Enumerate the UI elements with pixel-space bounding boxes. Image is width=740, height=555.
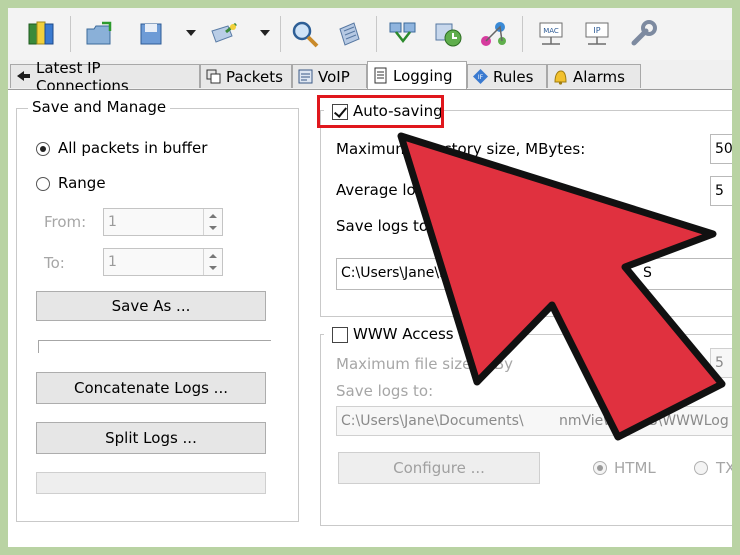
ip-address-icon[interactable]: IP bbox=[582, 19, 612, 49]
avg-log-input[interactable]: 5 bbox=[710, 176, 732, 206]
svg-text:IF: IF bbox=[478, 74, 484, 81]
rules-icon: IF bbox=[473, 69, 488, 84]
www-log-checkbox[interactable] bbox=[332, 327, 348, 343]
tab-label: VoIP bbox=[318, 67, 350, 86]
avg-log-label: Average log bbox=[336, 181, 426, 199]
logging-content: Save and Manage All packets in buffer Ra… bbox=[8, 90, 732, 547]
save-manage-title: Save and Manage bbox=[28, 98, 171, 116]
save-dropdown-arrow[interactable] bbox=[186, 30, 196, 36]
www-log-label: WWW Access Logg bbox=[353, 325, 495, 343]
tab-label: Alarms bbox=[573, 67, 625, 86]
html-radio[interactable] bbox=[593, 461, 607, 475]
open-folder-icon[interactable] bbox=[84, 19, 114, 49]
to-value: 1 bbox=[108, 254, 117, 270]
from-stepper[interactable]: 1 bbox=[103, 208, 223, 236]
disabled-button bbox=[36, 472, 266, 494]
tab-rules[interactable]: IF Rules bbox=[467, 64, 547, 88]
save-logs-to-label: Save logs to: bbox=[336, 217, 434, 235]
stepper-down-icon[interactable] bbox=[209, 226, 217, 230]
from-value: 1 bbox=[108, 214, 117, 230]
save-disk-icon[interactable] bbox=[136, 19, 166, 49]
save-as-button[interactable]: Save As ... bbox=[36, 291, 266, 321]
max-dir-label: Maximum directory size, MBytes: bbox=[336, 140, 586, 158]
alarms-icon bbox=[554, 70, 567, 85]
all-packets-radio[interactable] bbox=[36, 142, 50, 156]
split-logs-button[interactable]: Split Logs ... bbox=[36, 422, 266, 454]
notes-icon[interactable] bbox=[334, 19, 364, 49]
stepper-up-icon[interactable] bbox=[209, 254, 217, 258]
autosave-highlight-box bbox=[317, 95, 444, 128]
app-window: MAC IP Latest IP Connections Packets VoI… bbox=[8, 8, 732, 547]
configure-button[interactable]: Configure ... bbox=[338, 452, 540, 484]
to-label: To: bbox=[44, 254, 65, 272]
stepper-up-icon[interactable] bbox=[209, 214, 217, 218]
all-packets-label: All packets in buffer bbox=[58, 139, 208, 157]
schedule-clock-icon[interactable] bbox=[434, 19, 464, 49]
www-save-logs-to-label: Save logs to: bbox=[336, 382, 434, 400]
wrench-settings-icon[interactable] bbox=[628, 19, 658, 49]
clear-dropdown-arrow[interactable] bbox=[260, 30, 270, 36]
to-stepper[interactable]: 1 bbox=[103, 248, 223, 276]
tab-label: Packets bbox=[226, 67, 283, 86]
max-file-input[interactable]: 5 bbox=[710, 348, 732, 378]
tab-voip[interactable]: VoIP bbox=[292, 64, 367, 88]
tab-latest-ip-connections[interactable]: Latest IP Connections bbox=[10, 59, 200, 95]
tab-strip: Latest IP Connections Packets VoIP Loggi… bbox=[8, 59, 732, 95]
range-radio[interactable] bbox=[36, 177, 50, 191]
book-icon[interactable] bbox=[26, 19, 56, 49]
mac-address-icon[interactable]: MAC bbox=[536, 19, 566, 49]
toolbar: MAC IP bbox=[8, 8, 732, 60]
autosave-path-input[interactable]: C:\Users\Jane\Do S bbox=[336, 258, 732, 290]
network-map-icon[interactable] bbox=[388, 19, 418, 49]
stepper-down-icon[interactable] bbox=[209, 266, 217, 270]
tab-packets[interactable]: Packets bbox=[200, 64, 292, 88]
connections-icon bbox=[17, 71, 30, 81]
html-label: HTML bbox=[614, 459, 656, 477]
svg-text:IP: IP bbox=[593, 26, 600, 35]
tab-label: Rules bbox=[493, 67, 534, 86]
tx-radio[interactable] bbox=[694, 461, 708, 475]
progress-bar bbox=[38, 340, 271, 353]
tab-label: Logging bbox=[393, 66, 453, 85]
logging-icon bbox=[374, 67, 387, 84]
range-label: Range bbox=[58, 174, 106, 192]
search-icon[interactable] bbox=[290, 19, 320, 49]
tab-logging[interactable]: Logging bbox=[367, 61, 467, 89]
svg-text:MAC: MAC bbox=[543, 27, 559, 35]
www-path-input[interactable]: C:\Users\Jane\Documents\ nmView\LOGS\WWW… bbox=[336, 406, 732, 436]
clear-broom-icon[interactable] bbox=[208, 19, 238, 49]
max-file-label: Maximum file size, MBy bbox=[336, 355, 514, 373]
concatenate-logs-button[interactable]: Concatenate Logs ... bbox=[36, 372, 266, 404]
nodes-share-icon[interactable] bbox=[478, 19, 508, 49]
tab-alarms[interactable]: Alarms bbox=[547, 64, 641, 88]
www-path-start: C:\Users\Jane\Documents\ bbox=[341, 413, 524, 429]
from-label: From: bbox=[44, 213, 87, 231]
packets-icon bbox=[206, 69, 221, 84]
www-path-end: nmView\LOGS\WWWLog bbox=[559, 413, 729, 429]
voip-icon bbox=[298, 69, 313, 84]
autosave-path-end: S bbox=[643, 265, 652, 281]
autosave-path-start: C:\Users\Jane\Do bbox=[341, 265, 459, 281]
max-dir-input[interactable]: 50 bbox=[710, 134, 732, 164]
tx-label: TX bbox=[716, 459, 732, 477]
